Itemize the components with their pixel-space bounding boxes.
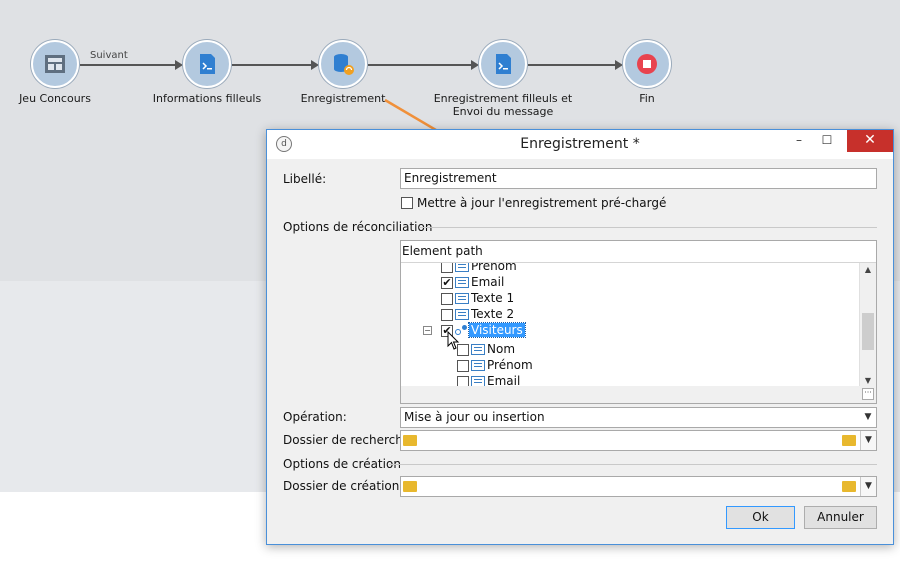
creation-folder-input[interactable]: ▼ — [400, 476, 877, 497]
mouse-cursor-icon — [447, 331, 460, 350]
list-field-icon — [471, 344, 485, 355]
item-checkbox[interactable] — [441, 292, 453, 305]
ok-button[interactable]: Ok — [726, 506, 795, 529]
transition-link-4[interactable] — [528, 64, 618, 66]
chevron-down-icon[interactable]: ▼ — [860, 431, 876, 450]
libelle-input[interactable]: Enregistrement — [400, 168, 877, 189]
minimize-button[interactable]: – — [785, 130, 813, 152]
folder-user-icon — [403, 435, 417, 446]
tree-item[interactable]: ✔ Email — [441, 275, 504, 291]
transition-link-2[interactable] — [232, 64, 314, 66]
list-field-icon — [455, 277, 469, 288]
chevron-down-icon[interactable]: ▼ — [860, 477, 876, 496]
activity-label: Fin — [639, 92, 655, 105]
tree-scrollbar[interactable]: ▲ ▼ — [859, 263, 876, 387]
tree-item-label: Email — [471, 275, 505, 289]
tree-item-label: Nom — [487, 342, 516, 356]
chevron-down-icon[interactable]: ▼ — [860, 408, 876, 427]
activity-label: Enregistrement — [300, 92, 386, 105]
section-divider — [419, 227, 877, 228]
script-file-icon — [200, 54, 215, 74]
scroll-thumb[interactable] — [862, 313, 874, 350]
list-field-icon — [455, 263, 469, 272]
arrowhead-icon — [175, 60, 183, 70]
dialog-titlebar[interactable]: d Enregistrement * – ☐ ✕ — [267, 130, 893, 159]
operation-value: Mise à jour ou insertion — [404, 410, 545, 424]
transition-link-3[interactable] — [368, 64, 474, 66]
search-folder-input[interactable]: ▼ — [400, 430, 877, 451]
item-checkbox-checked[interactable]: ✔ — [441, 276, 453, 289]
arrowhead-icon — [311, 60, 319, 70]
operation-label: Opération: — [283, 410, 347, 424]
close-button[interactable]: ✕ — [847, 130, 893, 152]
tree-item-label: Prénom — [471, 263, 517, 273]
folder-browse-icon[interactable] — [842, 435, 856, 446]
transition-link-1[interactable] — [80, 64, 178, 66]
more-options-icon[interactable]: ··· — [862, 388, 874, 400]
tree-item-label: Texte 2 — [471, 307, 515, 321]
activity-label: Jeu Concours — [19, 92, 91, 105]
tree-body: Prénom ✔ Email Texte 1 Texte 2 − ✔ Visiteur… — [401, 263, 859, 387]
stop-icon — [637, 54, 657, 74]
tree-item-label: Prénom — [487, 358, 533, 372]
collapse-toggle-icon[interactable]: − — [423, 326, 432, 335]
element-path-tree[interactable]: Element path Prénom ✔ Email Texte 1 Texte… — [400, 240, 877, 404]
tree-footer-bar: ··· — [401, 386, 876, 403]
folder-browse-icon[interactable] — [842, 481, 856, 492]
reconciliation-section-title: Options de réconciliation — [283, 220, 433, 234]
update-preloaded-checkbox[interactable] — [401, 197, 413, 209]
activity-enregistrement[interactable] — [319, 40, 367, 88]
item-checkbox[interactable] — [441, 308, 453, 321]
cancel-button[interactable]: Annuler — [804, 506, 877, 529]
list-field-icon — [455, 309, 469, 320]
tree-item[interactable]: Nom — [457, 342, 515, 358]
creation-folder-label: Dossier de création: — [283, 479, 404, 493]
operation-select[interactable]: Mise à jour ou insertion ▼ — [400, 407, 877, 428]
arrowhead-icon — [615, 60, 623, 70]
tree-item-selected[interactable]: − ✔ Visiteurs — [423, 322, 526, 339]
enregistrement-dialog: d Enregistrement * – ☐ ✕ Libellé: Enregi… — [266, 129, 894, 545]
folder-user-icon — [403, 481, 417, 492]
list-field-icon — [471, 360, 485, 371]
section-divider — [389, 464, 877, 465]
libelle-label: Libellé: — [283, 172, 327, 186]
list-field-icon — [455, 293, 469, 304]
item-checkbox[interactable] — [457, 359, 469, 372]
update-preloaded-label: Mettre à jour l'enregistrement pré-charg… — [417, 196, 667, 210]
arrowhead-icon — [471, 60, 479, 70]
item-checkbox[interactable] — [441, 263, 453, 273]
maximize-button[interactable]: ☐ — [813, 130, 841, 152]
activity-informations-filleuls[interactable] — [183, 40, 231, 88]
tree-item[interactable]: Prénom — [441, 263, 517, 275]
script-file-icon — [496, 54, 511, 74]
form-icon — [45, 55, 65, 73]
scroll-down-icon[interactable]: ▼ — [860, 376, 876, 385]
tree-item-label: Visiteurs — [468, 322, 526, 338]
tree-item[interactable]: Texte 2 — [441, 307, 514, 323]
tree-item-label: Texte 1 — [471, 291, 515, 305]
activity-enregistrement-filleuls[interactable] — [479, 40, 527, 88]
tree-item[interactable]: Texte 1 — [441, 291, 514, 307]
scroll-up-icon[interactable]: ▲ — [860, 265, 876, 274]
database-sync-icon — [334, 54, 354, 75]
tree-header: Element path — [401, 241, 876, 263]
transition-label: Suivant — [90, 50, 128, 61]
search-folder-label: Dossier de recherche: — [283, 433, 415, 447]
tree-item[interactable]: Prénom — [457, 358, 533, 374]
activity-jeu-concours[interactable] — [31, 40, 79, 88]
activity-fin[interactable] — [623, 40, 671, 88]
creation-section-title: Options de création — [283, 457, 401, 471]
activity-label: Informations filleuls — [152, 92, 262, 105]
